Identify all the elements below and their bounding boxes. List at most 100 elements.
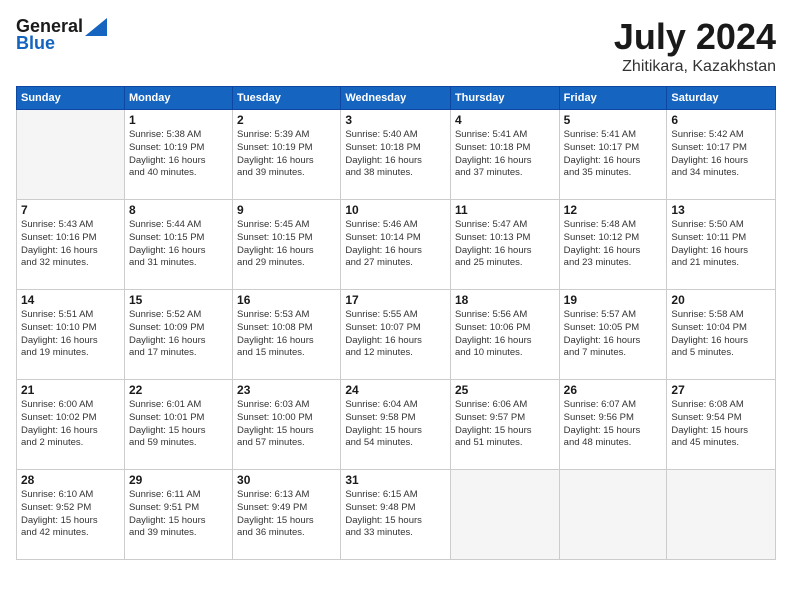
day-info: Sunrise: 6:04 AM Sunset: 9:58 PM Dayligh… (345, 399, 446, 450)
calendar-cell: 17 Sunrise: 5:55 AM Sunset: 10:07 PM Dayl… (341, 290, 451, 380)
day-number: 6 (671, 113, 771, 127)
header-row: SundayMondayTuesdayWednesdayThursdayFrid… (17, 87, 776, 110)
calendar-cell: 8Sunrise: 5:44 AM Sunset: 10:15 PM Dayli… (124, 200, 232, 290)
calendar-header: SundayMondayTuesdayWednesdayThursdayFrid… (17, 87, 776, 110)
calendar-cell: 7 Sunrise: 5:43 AM Sunset: 10:16 PM Dayli… (17, 200, 125, 290)
day-info: Sunrise: 5:48 AM Sunset: 10:12 PM Daylig… (564, 219, 663, 270)
week-row-3: 14Sunrise: 5:51 AM Sunset: 10:10 PM Dayl… (17, 290, 776, 380)
day-number: 20 (671, 293, 771, 307)
day-number: 25 (455, 383, 555, 397)
subtitle: Zhitikara, Kazakhstan (614, 58, 776, 76)
day-number: 8 (129, 203, 228, 217)
day-number: 1 (129, 113, 228, 127)
calendar-cell (667, 470, 776, 560)
day-number: 17 (345, 293, 446, 307)
calendar-cell: 11Sunrise: 5:47 AM Sunset: 10:13 PM Dayl… (450, 200, 559, 290)
day-info: Sunrise: 5:42 AM Sunset: 10:17 PM Daylig… (671, 129, 771, 180)
calendar-cell: 31 Sunrise: 6:15 AM Sunset: 9:48 PM Dayli… (341, 470, 451, 560)
day-info: Sunrise: 6:06 AM Sunset: 9:57 PM Dayligh… (455, 399, 555, 450)
header-cell-monday: Monday (124, 87, 232, 110)
day-info: Sunrise: 5:58 AM Sunset: 10:04 PM Daylig… (671, 309, 771, 360)
day-number: 9 (237, 203, 336, 217)
day-info: Sunrise: 5:56 AM Sunset: 10:06 PM Daylig… (455, 309, 555, 360)
day-info: Sunrise: 5:38 AM Sunset: 10:19 PM Daylig… (129, 129, 228, 180)
day-info: Sunrise: 6:11 AM Sunset: 9:51 PM Dayligh… (129, 489, 228, 540)
calendar-cell: 27Sunrise: 6:08 AM Sunset: 9:54 PM Dayli… (667, 380, 776, 470)
calendar-cell: 1 Sunrise: 5:38 AM Sunset: 10:19 PM Dayli… (124, 110, 232, 200)
calendar-cell: 30Sunrise: 6:13 AM Sunset: 9:49 PM Dayli… (233, 470, 341, 560)
day-info: Sunrise: 5:55 AM Sunset: 10:07 PM Daylig… (345, 309, 446, 360)
calendar-cell: 18 Sunrise: 5:56 AM Sunset: 10:06 PM Dayl… (450, 290, 559, 380)
calendar-cell (450, 470, 559, 560)
week-row-1: 1 Sunrise: 5:38 AM Sunset: 10:19 PM Dayli… (17, 110, 776, 200)
calendar-cell: 28 Sunrise: 6:10 AM Sunset: 9:52 PM Dayli… (17, 470, 125, 560)
title-block: July 2024 Zhitikara, Kazakhstan (614, 16, 776, 76)
day-number: 21 (21, 383, 120, 397)
calendar-cell (17, 110, 125, 200)
calendar-body: 1 Sunrise: 5:38 AM Sunset: 10:19 PM Dayli… (17, 110, 776, 560)
day-info: Sunrise: 5:57 AM Sunset: 10:05 PM Daylig… (564, 309, 663, 360)
logo-blue: Blue (16, 33, 55, 54)
calendar-cell: 2Sunrise: 5:39 AM Sunset: 10:19 PM Dayli… (233, 110, 341, 200)
day-number: 13 (671, 203, 771, 217)
calendar-cell: 16Sunrise: 5:53 AM Sunset: 10:08 PM Dayl… (233, 290, 341, 380)
header-cell-tuesday: Tuesday (233, 87, 341, 110)
header: General Blue July 2024 Zhitikara, Kazakh… (16, 16, 776, 76)
calendar-cell: 12 Sunrise: 5:48 AM Sunset: 10:12 PM Dayl… (559, 200, 667, 290)
day-number: 4 (455, 113, 555, 127)
page: General Blue July 2024 Zhitikara, Kazakh… (0, 0, 792, 612)
day-info: Sunrise: 5:45 AM Sunset: 10:15 PM Daylig… (237, 219, 336, 270)
calendar-table: SundayMondayTuesdayWednesdayThursdayFrid… (16, 86, 776, 560)
calendar-cell: 23 Sunrise: 6:03 AM Sunset: 10:00 PM Dayl… (233, 380, 341, 470)
day-info: Sunrise: 6:08 AM Sunset: 9:54 PM Dayligh… (671, 399, 771, 450)
day-info: Sunrise: 6:00 AM Sunset: 10:02 PM Daylig… (21, 399, 120, 450)
day-number: 5 (564, 113, 663, 127)
calendar-cell: 29Sunrise: 6:11 AM Sunset: 9:51 PM Dayli… (124, 470, 232, 560)
header-cell-friday: Friday (559, 87, 667, 110)
day-info: Sunrise: 5:52 AM Sunset: 10:09 PM Daylig… (129, 309, 228, 360)
main-title: July 2024 (614, 16, 776, 58)
week-row-5: 28 Sunrise: 6:10 AM Sunset: 9:52 PM Dayli… (17, 470, 776, 560)
logo-icon (85, 18, 107, 36)
header-cell-saturday: Saturday (667, 87, 776, 110)
header-cell-sunday: Sunday (17, 87, 125, 110)
day-number: 24 (345, 383, 446, 397)
day-number: 18 (455, 293, 555, 307)
day-number: 23 (237, 383, 336, 397)
calendar-cell: 24 Sunrise: 6:04 AM Sunset: 9:58 PM Dayli… (341, 380, 451, 470)
calendar-cell: 25 Sunrise: 6:06 AM Sunset: 9:57 PM Dayli… (450, 380, 559, 470)
logo: General Blue (16, 16, 107, 54)
day-info: Sunrise: 5:51 AM Sunset: 10:10 PM Daylig… (21, 309, 120, 360)
calendar-cell: 13 Sunrise: 5:50 AM Sunset: 10:11 PM Dayl… (667, 200, 776, 290)
calendar-cell: 19Sunrise: 5:57 AM Sunset: 10:05 PM Dayl… (559, 290, 667, 380)
day-number: 22 (129, 383, 228, 397)
day-info: Sunrise: 5:46 AM Sunset: 10:14 PM Daylig… (345, 219, 446, 270)
day-info: Sunrise: 5:47 AM Sunset: 10:13 PM Daylig… (455, 219, 555, 270)
day-info: Sunrise: 5:41 AM Sunset: 10:18 PM Daylig… (455, 129, 555, 180)
day-info: Sunrise: 5:40 AM Sunset: 10:18 PM Daylig… (345, 129, 446, 180)
calendar-cell (559, 470, 667, 560)
week-row-2: 7 Sunrise: 5:43 AM Sunset: 10:16 PM Dayli… (17, 200, 776, 290)
day-info: Sunrise: 5:53 AM Sunset: 10:08 PM Daylig… (237, 309, 336, 360)
day-number: 31 (345, 473, 446, 487)
day-number: 12 (564, 203, 663, 217)
day-info: Sunrise: 5:39 AM Sunset: 10:19 PM Daylig… (237, 129, 336, 180)
day-info: Sunrise: 5:41 AM Sunset: 10:17 PM Daylig… (564, 129, 663, 180)
calendar-cell: 9 Sunrise: 5:45 AM Sunset: 10:15 PM Dayli… (233, 200, 341, 290)
calendar-cell: 5 Sunrise: 5:41 AM Sunset: 10:17 PM Dayli… (559, 110, 667, 200)
header-cell-thursday: Thursday (450, 87, 559, 110)
day-info: Sunrise: 6:10 AM Sunset: 9:52 PM Dayligh… (21, 489, 120, 540)
calendar-cell: 3 Sunrise: 5:40 AM Sunset: 10:18 PM Dayli… (341, 110, 451, 200)
calendar-cell: 22Sunrise: 6:01 AM Sunset: 10:01 PM Dayl… (124, 380, 232, 470)
header-cell-wednesday: Wednesday (341, 87, 451, 110)
day-info: Sunrise: 5:50 AM Sunset: 10:11 PM Daylig… (671, 219, 771, 270)
day-number: 26 (564, 383, 663, 397)
calendar-cell: 20 Sunrise: 5:58 AM Sunset: 10:04 PM Dayl… (667, 290, 776, 380)
day-info: Sunrise: 6:03 AM Sunset: 10:00 PM Daylig… (237, 399, 336, 450)
day-number: 3 (345, 113, 446, 127)
day-number: 28 (21, 473, 120, 487)
day-info: Sunrise: 6:15 AM Sunset: 9:48 PM Dayligh… (345, 489, 446, 540)
day-number: 7 (21, 203, 120, 217)
day-info: Sunrise: 5:43 AM Sunset: 10:16 PM Daylig… (21, 219, 120, 270)
calendar-cell: 10Sunrise: 5:46 AM Sunset: 10:14 PM Dayl… (341, 200, 451, 290)
